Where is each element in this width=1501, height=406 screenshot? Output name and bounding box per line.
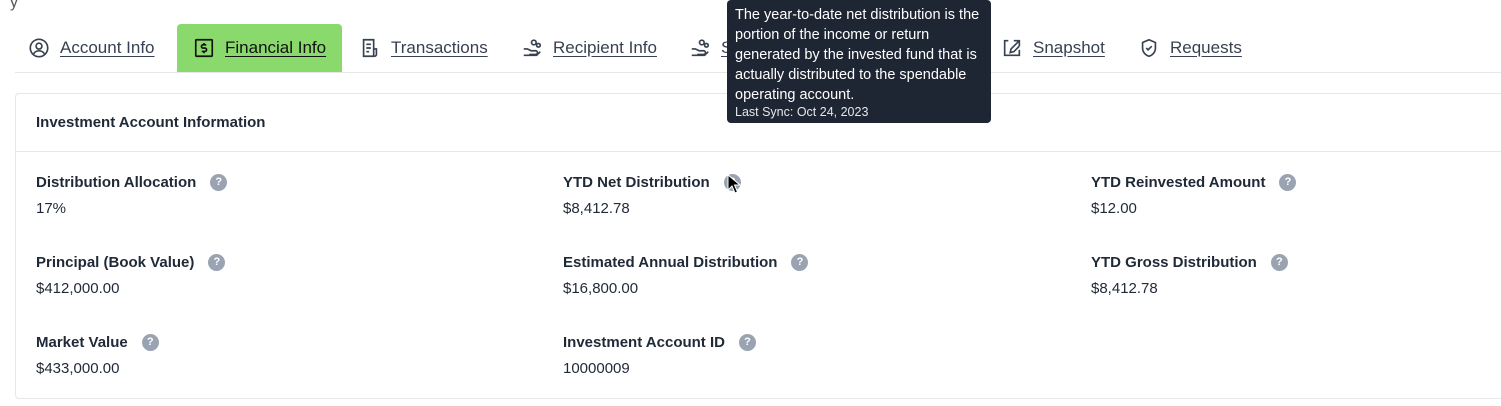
- tab-label: Snapshot: [1033, 38, 1105, 57]
- field-value: $16,800.00: [563, 280, 639, 297]
- top-partial-text: y: [10, 0, 18, 11]
- hand-coins-icon: [521, 37, 543, 59]
- field-investment-account-id: Investment Account ID? 10000009: [563, 332, 756, 377]
- tooltip-text: The year-to-date net distribution is the…: [735, 7, 980, 103]
- tab-label: Recipient Info: [553, 38, 657, 57]
- help-icon[interactable]: ?: [1270, 253, 1288, 271]
- field-label: Distribution Allocation: [36, 173, 197, 191]
- help-icon[interactable]: ?: [738, 333, 756, 351]
- tab-snapshot[interactable]: Snapshot: [1001, 24, 1105, 72]
- field-label: YTD Net Distribution: [563, 173, 710, 191]
- field-label: Investment Account ID: [563, 333, 725, 351]
- tab-label: Financial Info: [225, 38, 327, 57]
- tab-recipient-info[interactable]: Recipient Info: [521, 24, 657, 72]
- receipt-icon: [359, 37, 381, 59]
- field-principal-book-value: Principal (Book Value)? $412,000.00: [36, 252, 226, 297]
- field-value: $433,000.00: [36, 360, 120, 377]
- field-market-value: Market Value? $433,000.00: [36, 332, 159, 377]
- field-value: 17%: [36, 200, 67, 217]
- field-ytd-reinvested-amount: YTD Reinvested Amount? $12.00: [1091, 172, 1297, 217]
- field-ytd-net-distribution: YTD Net Distribution? $8,412.78: [563, 172, 741, 217]
- help-icon[interactable]: ?: [210, 173, 228, 191]
- tab-label: Requests: [1170, 38, 1242, 57]
- field-value: $8,412.78: [1091, 280, 1158, 297]
- help-icon[interactable]: ?: [208, 253, 226, 271]
- field-distribution-allocation: Distribution Allocation? 17%: [36, 172, 228, 217]
- field-label: YTD Reinvested Amount: [1091, 173, 1266, 191]
- hand-coins-icon: [689, 37, 711, 59]
- tab-label: Transactions: [391, 38, 488, 57]
- mouse-pointer-icon: [727, 174, 741, 194]
- field-value: 10000009: [563, 360, 630, 377]
- investment-account-card: Investment Account Information Distribut…: [15, 93, 1501, 399]
- help-icon[interactable]: ?: [791, 253, 809, 271]
- help-icon[interactable]: ?: [141, 333, 159, 351]
- field-value: $12.00: [1091, 200, 1137, 217]
- edit-document-icon: [1001, 37, 1023, 59]
- dollar-document-icon: [193, 37, 215, 59]
- tab-label: Account Info: [60, 38, 155, 57]
- field-label: Market Value: [36, 333, 128, 351]
- field-estimated-annual-distribution: Estimated Annual Distribution? $16,800.0…: [563, 252, 809, 297]
- tab-transactions[interactable]: Transactions: [359, 24, 488, 72]
- user-circle-icon: [28, 37, 50, 59]
- help-icon[interactable]: ?: [1279, 173, 1297, 191]
- field-ytd-gross-distribution: YTD Gross Distribution? $8,412.78: [1091, 252, 1288, 297]
- tab-requests[interactable]: Requests: [1138, 24, 1242, 72]
- tab-partial-hidden[interactable]: S: [689, 24, 732, 72]
- ytd-net-distribution-tooltip: The year-to-date net distribution is the…: [727, 0, 991, 123]
- field-value: $412,000.00: [36, 280, 120, 297]
- field-label: Estimated Annual Distribution: [563, 253, 778, 271]
- tab-financial-info[interactable]: Financial Info: [177, 24, 343, 72]
- shield-check-icon: [1138, 37, 1160, 59]
- field-label: Principal (Book Value): [36, 253, 195, 271]
- field-value: $8,412.78: [563, 200, 630, 217]
- field-label: YTD Gross Distribution: [1091, 253, 1257, 271]
- tab-account-info[interactable]: Account Info: [28, 24, 155, 72]
- tooltip-last-sync: Last Sync: Oct 24, 2023: [735, 105, 869, 119]
